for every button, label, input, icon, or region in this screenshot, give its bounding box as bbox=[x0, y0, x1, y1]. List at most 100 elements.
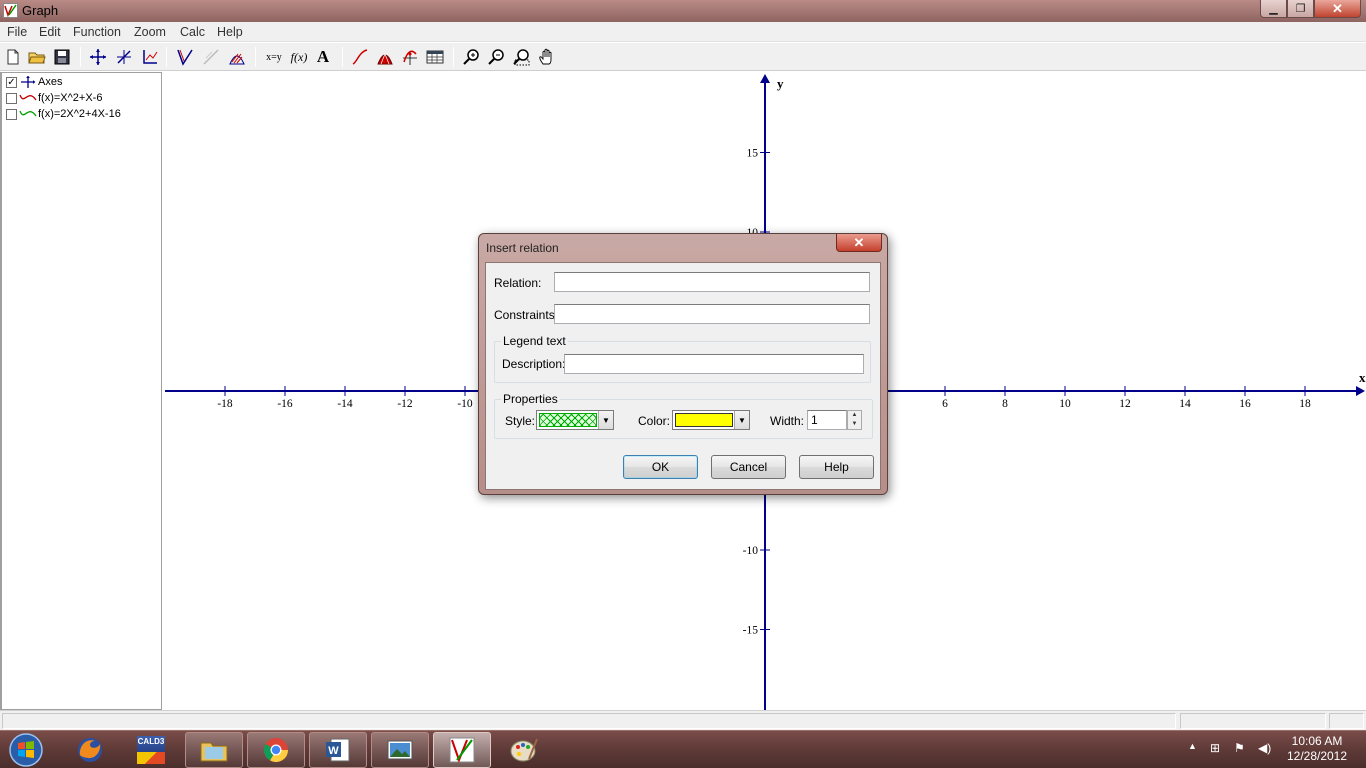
pan-hand-icon[interactable] bbox=[537, 47, 557, 67]
taskbar-paint[interactable] bbox=[495, 732, 553, 768]
help-button[interactable]: Help bbox=[799, 455, 874, 479]
x-tick-label: -18 bbox=[217, 398, 233, 410]
firefox-icon bbox=[78, 738, 102, 762]
x-tick-label: -12 bbox=[397, 398, 413, 410]
dialog-close-button[interactable]: ✕ bbox=[836, 234, 882, 252]
graph-app-icon bbox=[449, 737, 475, 763]
save-icon[interactable] bbox=[52, 47, 72, 67]
taskbar-chrome[interactable] bbox=[247, 732, 305, 768]
menu-edit[interactable]: Edit bbox=[39, 25, 61, 39]
insert-function-icon[interactable] bbox=[175, 47, 195, 67]
toolbar: x=y f(x) A bbox=[0, 43, 1366, 71]
relation-input[interactable] bbox=[554, 272, 870, 292]
legend-text-group: Legend text Description: bbox=[494, 334, 871, 383]
chrome-icon bbox=[263, 738, 288, 763]
open-folder-icon[interactable] bbox=[27, 47, 47, 67]
new-file-icon[interactable] bbox=[3, 47, 23, 67]
x-tick-label: 14 bbox=[1179, 398, 1191, 410]
taskbar-word[interactable]: W bbox=[309, 732, 367, 768]
function-checkbox[interactable] bbox=[6, 108, 17, 120]
description-input[interactable] bbox=[564, 354, 864, 374]
function-list-panel: ✓ Axes f(x)=X^2+X-6 f(x)=2X^2+4X-16 bbox=[0, 72, 162, 710]
taskbar-explorer[interactable] bbox=[185, 732, 243, 768]
function-label: f(x)=X^2+X-6 bbox=[38, 92, 103, 104]
x-tick-label: -10 bbox=[457, 398, 473, 410]
word-icon: W bbox=[326, 738, 350, 762]
menu-bar: File Edit Function Zoom Calc Help bbox=[0, 22, 1366, 42]
evaluate-icon[interactable] bbox=[375, 47, 395, 67]
status-panel-coords bbox=[1180, 713, 1326, 729]
function-item-2[interactable]: f(x)=2X^2+4X-16 bbox=[6, 107, 121, 121]
zoom-out-icon[interactable] bbox=[487, 47, 507, 67]
color-dropdown[interactable]: ▼ bbox=[672, 410, 750, 430]
taskbar-graph[interactable] bbox=[433, 732, 491, 768]
window-title: Graph bbox=[22, 3, 59, 18]
x-tick-label: 6 bbox=[942, 398, 948, 410]
function-item-axes[interactable]: ✓ Axes bbox=[6, 75, 62, 89]
x-tick-label: 18 bbox=[1299, 398, 1311, 410]
insert-tangent-icon-2[interactable] bbox=[201, 47, 221, 67]
y-tick-label: -15 bbox=[743, 625, 759, 637]
x-tick-label: 8 bbox=[1002, 398, 1008, 410]
function-item-1[interactable]: f(x)=X^2+X-6 bbox=[6, 91, 102, 105]
taskbar: CALD3 W ▲ ⊞ ⚑ ◀) 10:06 AM 12/28/2012 bbox=[0, 730, 1366, 768]
action-center-icon[interactable]: ⚑ bbox=[1234, 741, 1245, 755]
file-explorer-icon bbox=[200, 742, 228, 762]
crosshatch-pattern-swatch bbox=[539, 413, 597, 427]
width-label: Width: bbox=[770, 414, 805, 428]
svg-text:W: W bbox=[328, 745, 339, 757]
style-dropdown[interactable]: ▼ bbox=[536, 410, 614, 430]
menu-help[interactable]: Help bbox=[217, 25, 243, 39]
restore-button[interactable]: ❐ bbox=[1287, 0, 1314, 18]
width-spinner[interactable]: ▲ ▼ bbox=[847, 410, 862, 430]
y-tick-label: 15 bbox=[747, 148, 759, 160]
constraints-input[interactable] bbox=[554, 304, 870, 324]
dialog-body: Relation: Constraints: Legend text Descr… bbox=[485, 262, 881, 490]
x-axis-label: x bbox=[1359, 370, 1366, 385]
function-checkbox[interactable] bbox=[6, 92, 17, 104]
x-tick-label: 16 bbox=[1239, 398, 1251, 410]
show-hidden-icons-icon[interactable]: ▲ bbox=[1188, 741, 1197, 751]
ok-button[interactable]: OK bbox=[623, 455, 698, 479]
x-tick-label: -16 bbox=[277, 398, 293, 410]
volume-icon[interactable]: ◀) bbox=[1258, 741, 1271, 755]
function-label: f(x)=2X^2+4X-16 bbox=[38, 108, 121, 120]
insert-tangent-icon[interactable] bbox=[114, 47, 134, 67]
chevron-down-icon: ▼ bbox=[598, 411, 613, 429]
insert-trendline-icon[interactable] bbox=[350, 47, 370, 67]
y-tick-label: -10 bbox=[743, 545, 759, 557]
spin-down-icon[interactable]: ▼ bbox=[848, 420, 861, 429]
table-icon[interactable] bbox=[425, 47, 445, 67]
legend-text-group-label: Legend text bbox=[501, 334, 568, 348]
zoom-in-icon[interactable] bbox=[462, 47, 482, 67]
insert-label-icon[interactable]: A bbox=[313, 47, 333, 67]
insert-xy-relation-icon[interactable]: x=y bbox=[263, 47, 285, 67]
minimize-button[interactable]: ▁ bbox=[1260, 0, 1287, 18]
taskbar-cald3[interactable]: CALD3 bbox=[123, 732, 179, 768]
menu-function[interactable]: Function bbox=[73, 25, 121, 39]
menu-zoom[interactable]: Zoom bbox=[134, 25, 166, 39]
network-icon[interactable]: ⊞ bbox=[1210, 741, 1220, 755]
system-clock[interactable]: 10:06 AM 12/28/2012 bbox=[1283, 734, 1351, 764]
close-button[interactable]: ✕ bbox=[1314, 0, 1361, 18]
taskbar-image-viewer[interactable] bbox=[371, 732, 429, 768]
axes-checkbox[interactable]: ✓ bbox=[6, 76, 17, 88]
color-swatch bbox=[675, 413, 733, 427]
insert-point-series-icon[interactable] bbox=[400, 47, 420, 67]
move-axes-icon[interactable] bbox=[88, 47, 108, 67]
spin-up-icon[interactable]: ▲ bbox=[848, 411, 861, 420]
x-tick-label: -14 bbox=[337, 398, 353, 410]
menu-file[interactable]: File bbox=[7, 25, 27, 39]
start-button[interactable] bbox=[4, 732, 48, 768]
coordinate-system-icon[interactable] bbox=[140, 47, 160, 67]
taskbar-firefox[interactable] bbox=[61, 732, 119, 768]
width-input[interactable]: 1 bbox=[807, 410, 847, 430]
cancel-button[interactable]: Cancel bbox=[711, 455, 786, 479]
cald3-app-icon: CALD3 bbox=[137, 736, 165, 764]
insert-shading-icon[interactable] bbox=[227, 47, 247, 67]
x-axis-arrow bbox=[1356, 386, 1365, 396]
paint-icon bbox=[510, 738, 538, 762]
zoom-window-icon[interactable] bbox=[512, 47, 532, 67]
menu-calc[interactable]: Calc bbox=[180, 25, 205, 39]
insert-fx-icon[interactable]: f(x) bbox=[289, 47, 309, 67]
